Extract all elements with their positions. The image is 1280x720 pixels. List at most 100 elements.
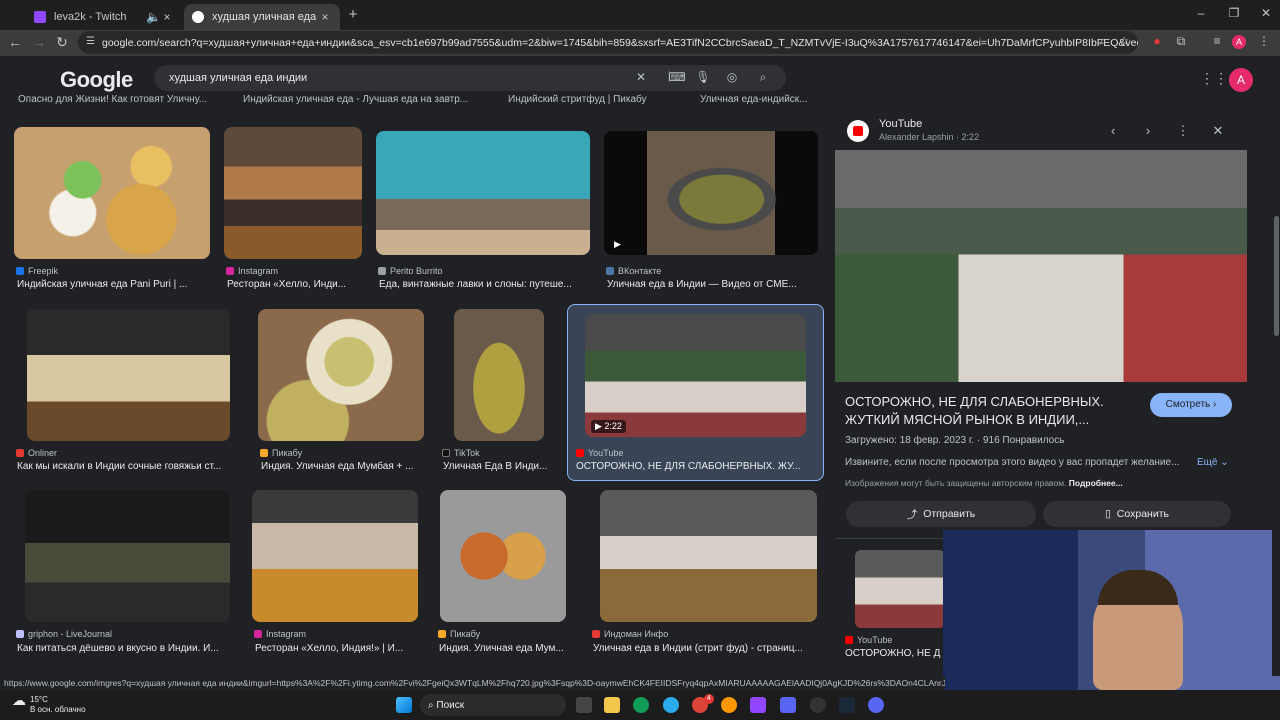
result-source: ВКонтакте: [606, 266, 661, 276]
close-icon[interactable]: ×: [318, 10, 332, 24]
close-icon[interactable]: ×: [160, 10, 174, 24]
image-result[interactable]: TikTok Уличная Еда В Инди...: [440, 309, 560, 473]
next-icon[interactable]: ›: [1140, 123, 1156, 138]
related-source: YouTube: [845, 635, 892, 645]
close-window-icon[interactable]: ✕: [1256, 6, 1276, 20]
windows-icon[interactable]: [396, 697, 412, 713]
tab-twitch[interactable]: leva2k - Twitch 🔈 ×: [26, 4, 182, 30]
result-caption: Индия. Уличная еда Мумбая + ...: [261, 461, 414, 472]
image-result[interactable]: Instagram Ресторан «Хелло, Инди...: [224, 127, 362, 291]
result-caption: ОСТОРОЖНО, НЕ ДЛЯ СЛАБОНЕРВНЫХ. ЖУ...: [576, 461, 801, 472]
related-caption[interactable]: ОСТОРОЖНО, НЕ Д: [845, 648, 940, 659]
image-result[interactable]: griphon - LiveJournal Как питаться дёшев…: [14, 490, 234, 660]
image-result[interactable]: ▶ ВКонтакте Уличная еда в Индии — Видео …: [604, 127, 818, 291]
preview-image[interactable]: [835, 150, 1247, 382]
explorer-icon[interactable]: [604, 697, 620, 713]
mic-icon[interactable]: 🎙: [694, 70, 712, 84]
edge-icon[interactable]: [633, 697, 649, 713]
address-bar[interactable]: ☰ google.com/search?q=худшая+уличная+еда…: [78, 31, 1138, 54]
image-result[interactable]: Instagram Ресторан «Хелло, Индия!» | И..…: [252, 490, 420, 660]
mute-icon[interactable]: 🔈: [146, 10, 161, 24]
tab-google[interactable]: худшая уличная еда индии - Г ×: [184, 4, 340, 30]
page-scrollbar[interactable]: [1272, 56, 1280, 676]
obs-icon[interactable]: [810, 697, 826, 713]
related-thumbnail[interactable]: [855, 550, 945, 628]
reload-icon[interactable]: ↻: [53, 34, 71, 51]
result-source: Instagram: [254, 629, 306, 639]
back-icon[interactable]: ←: [6, 34, 24, 50]
result-caption[interactable]: Индийский стритфуд | Пикабу: [508, 94, 688, 105]
result-caption: Индийская уличная еда Pani Puri | ...: [17, 279, 188, 290]
result-caption[interactable]: Опасно для Жизни! Как готовят Уличну...: [18, 94, 218, 105]
image-result[interactable]: Пикабу Индия. Уличная еда Мумбая + ...: [258, 309, 424, 473]
result-caption[interactable]: Уличная еда-индийск...: [700, 94, 820, 105]
prev-icon[interactable]: ‹: [1105, 123, 1121, 138]
windows-taskbar: ☁ 15°C В осн. облачно ⌕ Поиск 4: [0, 690, 1280, 720]
result-thumbnail: [376, 131, 590, 255]
discord-icon[interactable]: [868, 697, 884, 713]
image-result[interactable]: Onliner Как мы искали в Индии сочные гов…: [14, 309, 234, 473]
steam-icon[interactable]: [839, 697, 855, 713]
task-view-icon[interactable]: [576, 697, 592, 713]
telegram-icon[interactable]: [663, 697, 679, 713]
account-avatar[interactable]: A: [1229, 68, 1253, 92]
result-source: Perito Burrito: [378, 266, 443, 276]
image-result-selected[interactable]: ▶ 2:22 YouTube ОСТОРОЖНО, НЕ ДЛЯ СЛАБОНЕ…: [567, 304, 824, 481]
app-icon[interactable]: [721, 697, 737, 713]
weather-widget[interactable]: ☁ 15°C В осн. облачно: [12, 693, 86, 715]
clear-icon[interactable]: ✕: [632, 70, 650, 84]
maximize-icon[interactable]: ❐: [1224, 6, 1244, 20]
media-icon[interactable]: ≡: [1208, 34, 1226, 48]
search-input[interactable]: худшая уличная еда индии ✕ | ⌨ 🎙 ◎ ⌕: [154, 65, 786, 91]
preview-title[interactable]: ОСТОРОЖНО, НЕ ДЛЯ СЛАБОНЕРВНЫХ. ЖУТКИЙ М…: [845, 393, 1145, 429]
minimize-icon[interactable]: –: [1191, 6, 1211, 20]
result-source: Индоман Инфо: [592, 629, 668, 639]
save-button[interactable]: ▯ Сохранить: [1043, 501, 1231, 527]
preview-site[interactable]: YouTube: [879, 118, 922, 130]
result-source: Пикабу: [260, 448, 302, 458]
result-caption[interactable]: Индийская уличная еда - Лучшая еда на за…: [243, 94, 488, 105]
image-result[interactable]: Freepik Индийская уличная еда Pani Puri …: [14, 127, 210, 291]
zoom-icon[interactable]: ⌕: [1094, 34, 1112, 49]
result-source: Onliner: [16, 448, 57, 458]
notification-badge: 4: [704, 694, 714, 704]
taskbar-search[interactable]: ⌕ Поиск: [420, 694, 566, 716]
search-icon[interactable]: ⌕: [754, 70, 772, 85]
scroll-thumb[interactable]: [1274, 216, 1279, 336]
more-options-icon[interactable]: ⋮: [1175, 123, 1191, 139]
result-caption: Как питаться дёшево и вкусно в Индии. И.…: [17, 643, 219, 654]
result-thumbnail: [440, 490, 566, 622]
site-info-icon[interactable]: ☰: [86, 36, 95, 47]
image-result[interactable]: Пикабу Индия. Уличная еда Мум...: [436, 490, 576, 660]
extension-red-icon[interactable]: ●: [1148, 34, 1166, 48]
close-icon[interactable]: ✕: [1210, 123, 1226, 139]
extensions-icon[interactable]: ⧉: [1172, 34, 1190, 49]
plus-icon[interactable]: +: [343, 6, 363, 23]
temperature: 15°C: [30, 695, 48, 704]
image-result[interactable]: Индоман Инфо Уличная еда в Индии (стрит …: [590, 490, 820, 660]
image-result[interactable]: Perito Burrito Еда, винтажные лавки и сл…: [376, 127, 590, 291]
watch-button[interactable]: Смотреть ›: [1150, 393, 1232, 417]
browser-toolbar: ← → ↻ ☰ google.com/search?q=худшая+уличн…: [0, 30, 1280, 56]
keyboard-icon[interactable]: ⌨: [668, 70, 686, 84]
menu-icon[interactable]: ⋮: [1255, 34, 1273, 48]
result-caption: Уличная еда в Индии (стрит фуд) - страни…: [593, 643, 803, 654]
preview-channel: Alexander Lapshin · 2:22: [879, 132, 980, 142]
result-caption: Индия. Уличная еда Мум...: [439, 643, 564, 654]
forward-icon[interactable]: →: [30, 34, 48, 50]
twitch-taskbar-icon[interactable]: [750, 697, 766, 713]
share-icon: ⤴: [906, 508, 918, 521]
star-icon[interactable]: ☆: [1115, 34, 1133, 48]
twitch-icon: [34, 11, 46, 23]
result-caption: Уличная еда в Индии — Видео от СМЕ...: [607, 279, 797, 290]
result-thumbnail: ▶: [604, 131, 818, 255]
google-icon: [192, 11, 204, 23]
profile-avatar[interactable]: A: [1232, 35, 1246, 49]
result-source: griphon - LiveJournal: [16, 629, 112, 639]
share-button[interactable]: ⤴ Отправить: [846, 501, 1036, 527]
lens-icon[interactable]: ◎: [723, 70, 741, 84]
result-source: TikTok: [442, 448, 480, 458]
app-icon[interactable]: [780, 697, 796, 713]
more-link[interactable]: Ещё ⌄: [1197, 457, 1229, 468]
result-source: Пикабу: [438, 629, 480, 639]
